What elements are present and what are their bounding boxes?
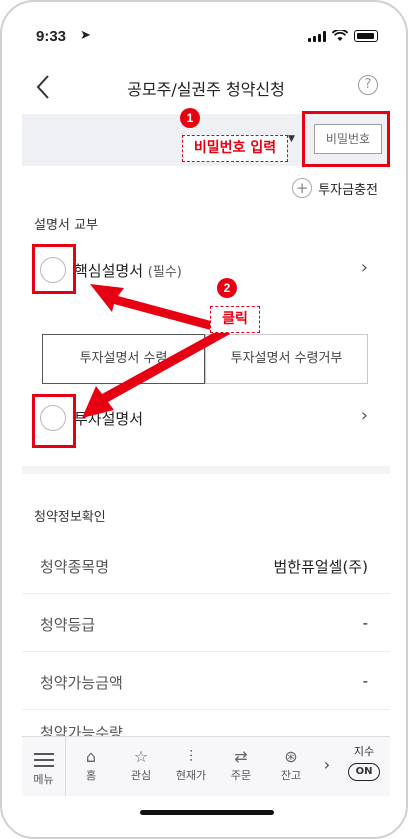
charge-label: 투자금충전 <box>318 182 378 198</box>
status-icons <box>308 30 378 42</box>
info-row-grade: 청약등급 - <box>22 596 390 652</box>
info-row-quantity-partial: 청약가능수량 <box>22 712 390 736</box>
equalizer-icon: ⫶ <box>188 747 193 766</box>
charge-button[interactable]: + 투자금충전 <box>292 178 378 198</box>
annotation-callout-2: 클릭 <box>210 306 260 333</box>
section-divider <box>22 466 390 474</box>
info-label: 청약등급 <box>40 616 96 634</box>
info-row-amount: 청약가능금액 - <box>22 654 390 710</box>
tab-menu-label: 메뉴 <box>33 773 54 786</box>
status-bar: 9:33 ➤ <box>22 20 390 58</box>
plus-circle-icon: + <box>292 178 313 198</box>
balance-icon: ⊛ <box>284 747 298 766</box>
index-on-pill[interactable]: ON <box>348 763 380 781</box>
info-label: 청약가능금액 <box>40 674 123 692</box>
tab-balance[interactable]: ⊛ 잔고 <box>266 737 316 796</box>
chevron-right-icon: › <box>360 405 368 426</box>
home-icon: ⌂ <box>85 747 97 766</box>
info-value: - <box>362 614 368 632</box>
subscription-info-section-label: 청약정보확인 <box>34 510 106 525</box>
annotation-badge-1: 1 <box>180 108 200 128</box>
battery-icon <box>354 30 378 42</box>
signal-icon <box>308 30 326 42</box>
bottom-tab-bar: 메뉴 ⌂ 홈 ☆ 관심 ⫶ 현재가 ⇄ 주문 ⊛ 잔고 › 지수 ON <box>22 736 390 796</box>
password-highlight-box <box>302 111 390 167</box>
info-label: 청약가능수량 <box>40 724 123 736</box>
tab-menu[interactable]: 메뉴 <box>22 737 66 796</box>
info-value: - <box>362 672 368 690</box>
status-time: 9:33 <box>36 28 67 45</box>
index-label: 지수 <box>353 745 375 758</box>
tab-next-button[interactable]: › <box>316 737 338 796</box>
location-arrow-icon: ➤ <box>80 28 91 43</box>
tab-label: 잔고 <box>280 769 302 782</box>
annotation-badge-2: 2 <box>217 278 237 298</box>
tab-order[interactable]: ⇄ 주문 <box>216 737 266 796</box>
swap-icon: ⇄ <box>234 747 248 766</box>
info-row-name: 청약종목명 범한퓨얼셀(주) <box>22 538 390 594</box>
star-icon: ☆ <box>133 747 149 766</box>
annotation-callout-1: 비밀번호 입력 <box>182 135 288 162</box>
phone-frame: 9:33 ➤ 공모주/실권주 청약신청 ? ▼ 비밀번호 1 비밀번호 입력 +… <box>0 0 408 839</box>
tab-label: 현재가 <box>175 769 207 782</box>
screen: 9:33 ➤ 공모주/실권주 청약신청 ? ▼ 비밀번호 1 비밀번호 입력 +… <box>22 20 390 823</box>
tab-home[interactable]: ⌂ 홈 <box>66 737 116 796</box>
tab-label: 홈 <box>85 769 97 782</box>
prospectus-section-label: 설명서 교부 <box>34 218 98 233</box>
wifi-icon <box>332 30 348 41</box>
info-label: 청약종목명 <box>40 558 110 576</box>
tab-label: 관심 <box>130 769 152 782</box>
info-value: 범한퓨얼셀(주) <box>273 558 368 576</box>
help-icon[interactable]: ? <box>358 75 378 95</box>
header: 공모주/실권주 청약신청 ? <box>22 64 390 110</box>
tab-favorites[interactable]: ☆ 관심 <box>116 737 166 796</box>
tab-current-price[interactable]: ⫶ 현재가 <box>166 737 216 796</box>
annotation-arrows <box>82 284 230 418</box>
chevron-right-icon: › <box>360 257 368 278</box>
index-toggle[interactable]: 지수 ON <box>344 743 384 781</box>
page-title: 공모주/실권주 청약신청 <box>127 80 285 99</box>
hamburger-icon <box>33 753 54 767</box>
home-indicator <box>140 810 274 815</box>
caret-down-icon: ▼ <box>288 134 295 144</box>
tab-label: 주문 <box>230 769 252 782</box>
